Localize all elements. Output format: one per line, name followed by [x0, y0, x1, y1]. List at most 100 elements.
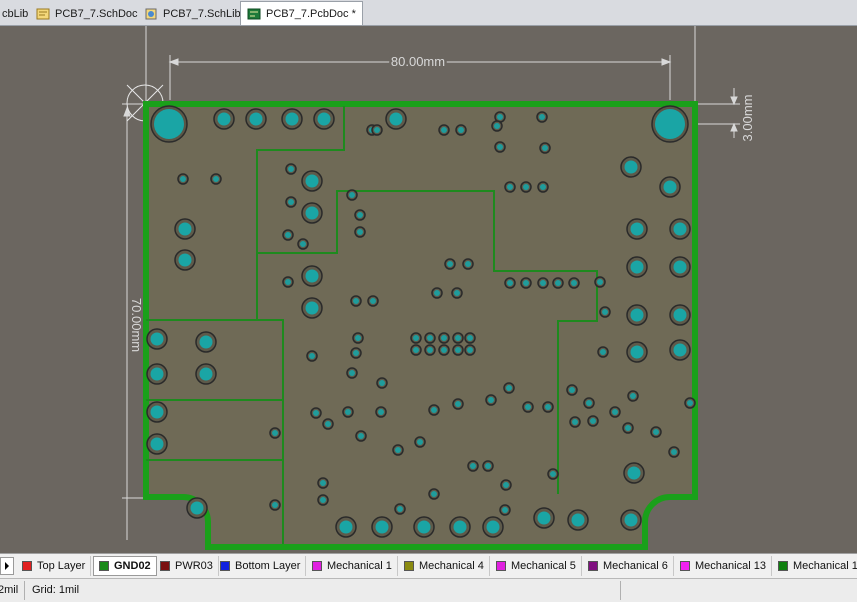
- status-bar: 2mil Grid: 1mil: [0, 578, 857, 602]
- tab-label: cbLib: [2, 8, 29, 20]
- pad: [199, 335, 213, 349]
- layer-tab-label: Top Layer: [37, 560, 86, 572]
- layer-tab-label: Bottom Layer: [235, 560, 301, 572]
- via: [441, 347, 447, 353]
- pcb-canvas[interactable]: 80.00mm 70.00mm 3.00mm: [0, 26, 857, 553]
- document-tab-bar: cbLib PCB7_7.SchDoc PCB7_7.SchLib PCB7_7…: [0, 0, 857, 26]
- layer-scroll-arrow[interactable]: [0, 557, 14, 575]
- via: [272, 502, 278, 508]
- via: [539, 114, 545, 120]
- via: [349, 192, 355, 198]
- pad: [673, 222, 687, 236]
- layer-tab-bottom-layer[interactable]: Bottom Layer: [215, 556, 307, 576]
- via: [545, 404, 551, 410]
- layer-tab-mechanical-1[interactable]: Mechanical 1: [307, 556, 398, 576]
- via: [441, 127, 447, 133]
- via: [555, 280, 561, 286]
- pad: [217, 112, 231, 126]
- dimension-offset-label: 3.00mm: [740, 95, 755, 142]
- via: [467, 347, 473, 353]
- pad: [571, 513, 585, 527]
- via: [503, 482, 509, 488]
- mounting-hole: [655, 109, 685, 139]
- tab-schdoc[interactable]: PCB7_7.SchDoc: [30, 3, 144, 25]
- status-divider: [620, 581, 621, 600]
- via: [434, 290, 440, 296]
- pad: [150, 437, 164, 451]
- pad: [305, 174, 319, 188]
- layer-tab-mechanical-13[interactable]: Mechanical 13: [675, 556, 772, 576]
- via: [455, 335, 461, 341]
- via: [488, 397, 494, 403]
- pad: [624, 513, 638, 527]
- pad: [317, 112, 331, 126]
- via: [288, 199, 294, 205]
- via: [431, 407, 437, 413]
- via: [454, 290, 460, 296]
- tab-schlib[interactable]: PCB7_7.SchLib: [138, 3, 247, 25]
- via: [612, 409, 618, 415]
- via: [497, 114, 503, 120]
- pcb-board-view[interactable]: 80.00mm 70.00mm 3.00mm: [0, 26, 857, 553]
- cursor-coordinate: 2mil: [0, 584, 19, 596]
- dimension-height-label: 70.00mm: [129, 298, 144, 352]
- pad: [389, 112, 403, 126]
- pad: [417, 520, 431, 534]
- layer-color-swatch: [404, 561, 414, 571]
- via: [497, 144, 503, 150]
- layer-tab-top-layer[interactable]: Top Layer: [17, 556, 92, 576]
- dimension-offset: [695, 88, 740, 138]
- layer-tab-mechanical-6[interactable]: Mechanical 6: [583, 556, 674, 576]
- tab-pcbdoc[interactable]: PCB7_7.PcbDoc *: [240, 1, 363, 25]
- layer-tab-label: Mechanical 1: [793, 560, 857, 572]
- via: [625, 425, 631, 431]
- pad: [627, 466, 641, 480]
- via: [355, 335, 361, 341]
- via: [572, 419, 578, 425]
- pad: [673, 343, 687, 357]
- via: [397, 506, 403, 512]
- layer-color-swatch: [99, 561, 109, 571]
- via: [313, 410, 319, 416]
- layer-tab-pwr03[interactable]: PWR03: [155, 556, 219, 576]
- via: [353, 350, 359, 356]
- layer-tab-mechanical-4[interactable]: Mechanical 4: [399, 556, 490, 576]
- via: [470, 463, 476, 469]
- via: [586, 400, 592, 406]
- layer-color-swatch: [160, 561, 170, 571]
- via: [467, 335, 473, 341]
- via: [687, 400, 693, 406]
- via: [540, 184, 546, 190]
- via: [523, 184, 529, 190]
- pad: [285, 112, 299, 126]
- pad: [150, 332, 164, 346]
- pad: [630, 345, 644, 359]
- layer-tab-bar: Top Layer GND02 PWR03 Bottom Layer Mecha…: [0, 553, 857, 578]
- via: [447, 261, 453, 267]
- via: [320, 497, 326, 503]
- via: [507, 184, 513, 190]
- via: [357, 229, 363, 235]
- via: [494, 123, 500, 129]
- via: [506, 385, 512, 391]
- via: [590, 418, 596, 424]
- pad: [486, 520, 500, 534]
- via: [600, 349, 606, 355]
- pad: [249, 112, 263, 126]
- via: [379, 380, 385, 386]
- via: [213, 176, 219, 182]
- via: [288, 166, 294, 172]
- pad: [339, 520, 353, 534]
- pad: [537, 511, 551, 525]
- layer-tab-gnd02[interactable]: GND02: [93, 556, 157, 576]
- layer-tab-mechanical-overflow[interactable]: Mechanical 1: [773, 556, 857, 576]
- via: [630, 393, 636, 399]
- schematic-doc-icon: [36, 8, 50, 20]
- layer-tab-mechanical-5[interactable]: Mechanical 5: [491, 556, 582, 576]
- via: [427, 347, 433, 353]
- layer-color-swatch: [680, 561, 690, 571]
- via: [300, 241, 306, 247]
- layer-color-swatch: [22, 561, 32, 571]
- pad: [630, 308, 644, 322]
- via: [550, 471, 556, 477]
